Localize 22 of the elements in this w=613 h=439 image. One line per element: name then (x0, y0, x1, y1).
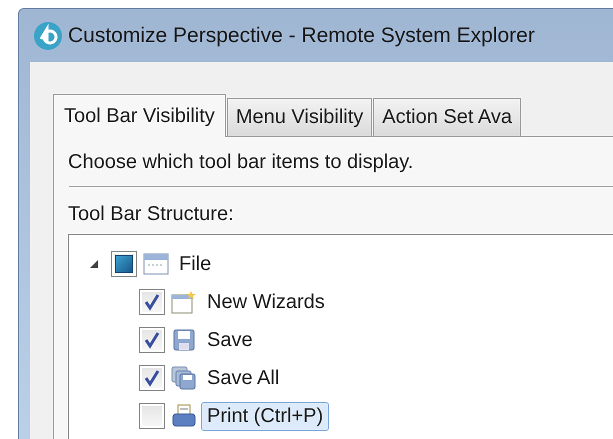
tree-item[interactable]: Print (Ctrl+P) (201, 402, 330, 430)
floppy-disks-icon (171, 366, 197, 390)
app-logo-icon (33, 20, 63, 50)
tab[interactable]: Tool Bar Visibility (53, 94, 226, 137)
tree-item[interactable]: File (173, 250, 218, 278)
tab[interactable]: Menu Visibility (226, 98, 372, 136)
new-document-icon (171, 290, 197, 314)
checkbox[interactable] (139, 327, 165, 353)
window-icon (143, 252, 169, 276)
checkbox[interactable] (111, 251, 137, 277)
tree-item[interactable]: New Wizards (201, 288, 331, 316)
tab[interactable]: Action Set Ava (373, 98, 521, 136)
window-title: Customize Perspective - Remote System Explorer (68, 24, 535, 48)
description-text: Choose which tool bar items to display. (68, 151, 414, 174)
tree-item[interactable]: Save (201, 326, 259, 354)
tree-item[interactable]: Save All (201, 364, 286, 392)
checkbox[interactable] (139, 365, 165, 391)
checkbox[interactable] (139, 403, 165, 429)
expand-arrow-icon[interactable] (89, 259, 99, 269)
checkbox[interactable] (139, 289, 165, 315)
printer-icon (171, 404, 197, 428)
tree-label: Tool Bar Structure: (68, 203, 235, 226)
